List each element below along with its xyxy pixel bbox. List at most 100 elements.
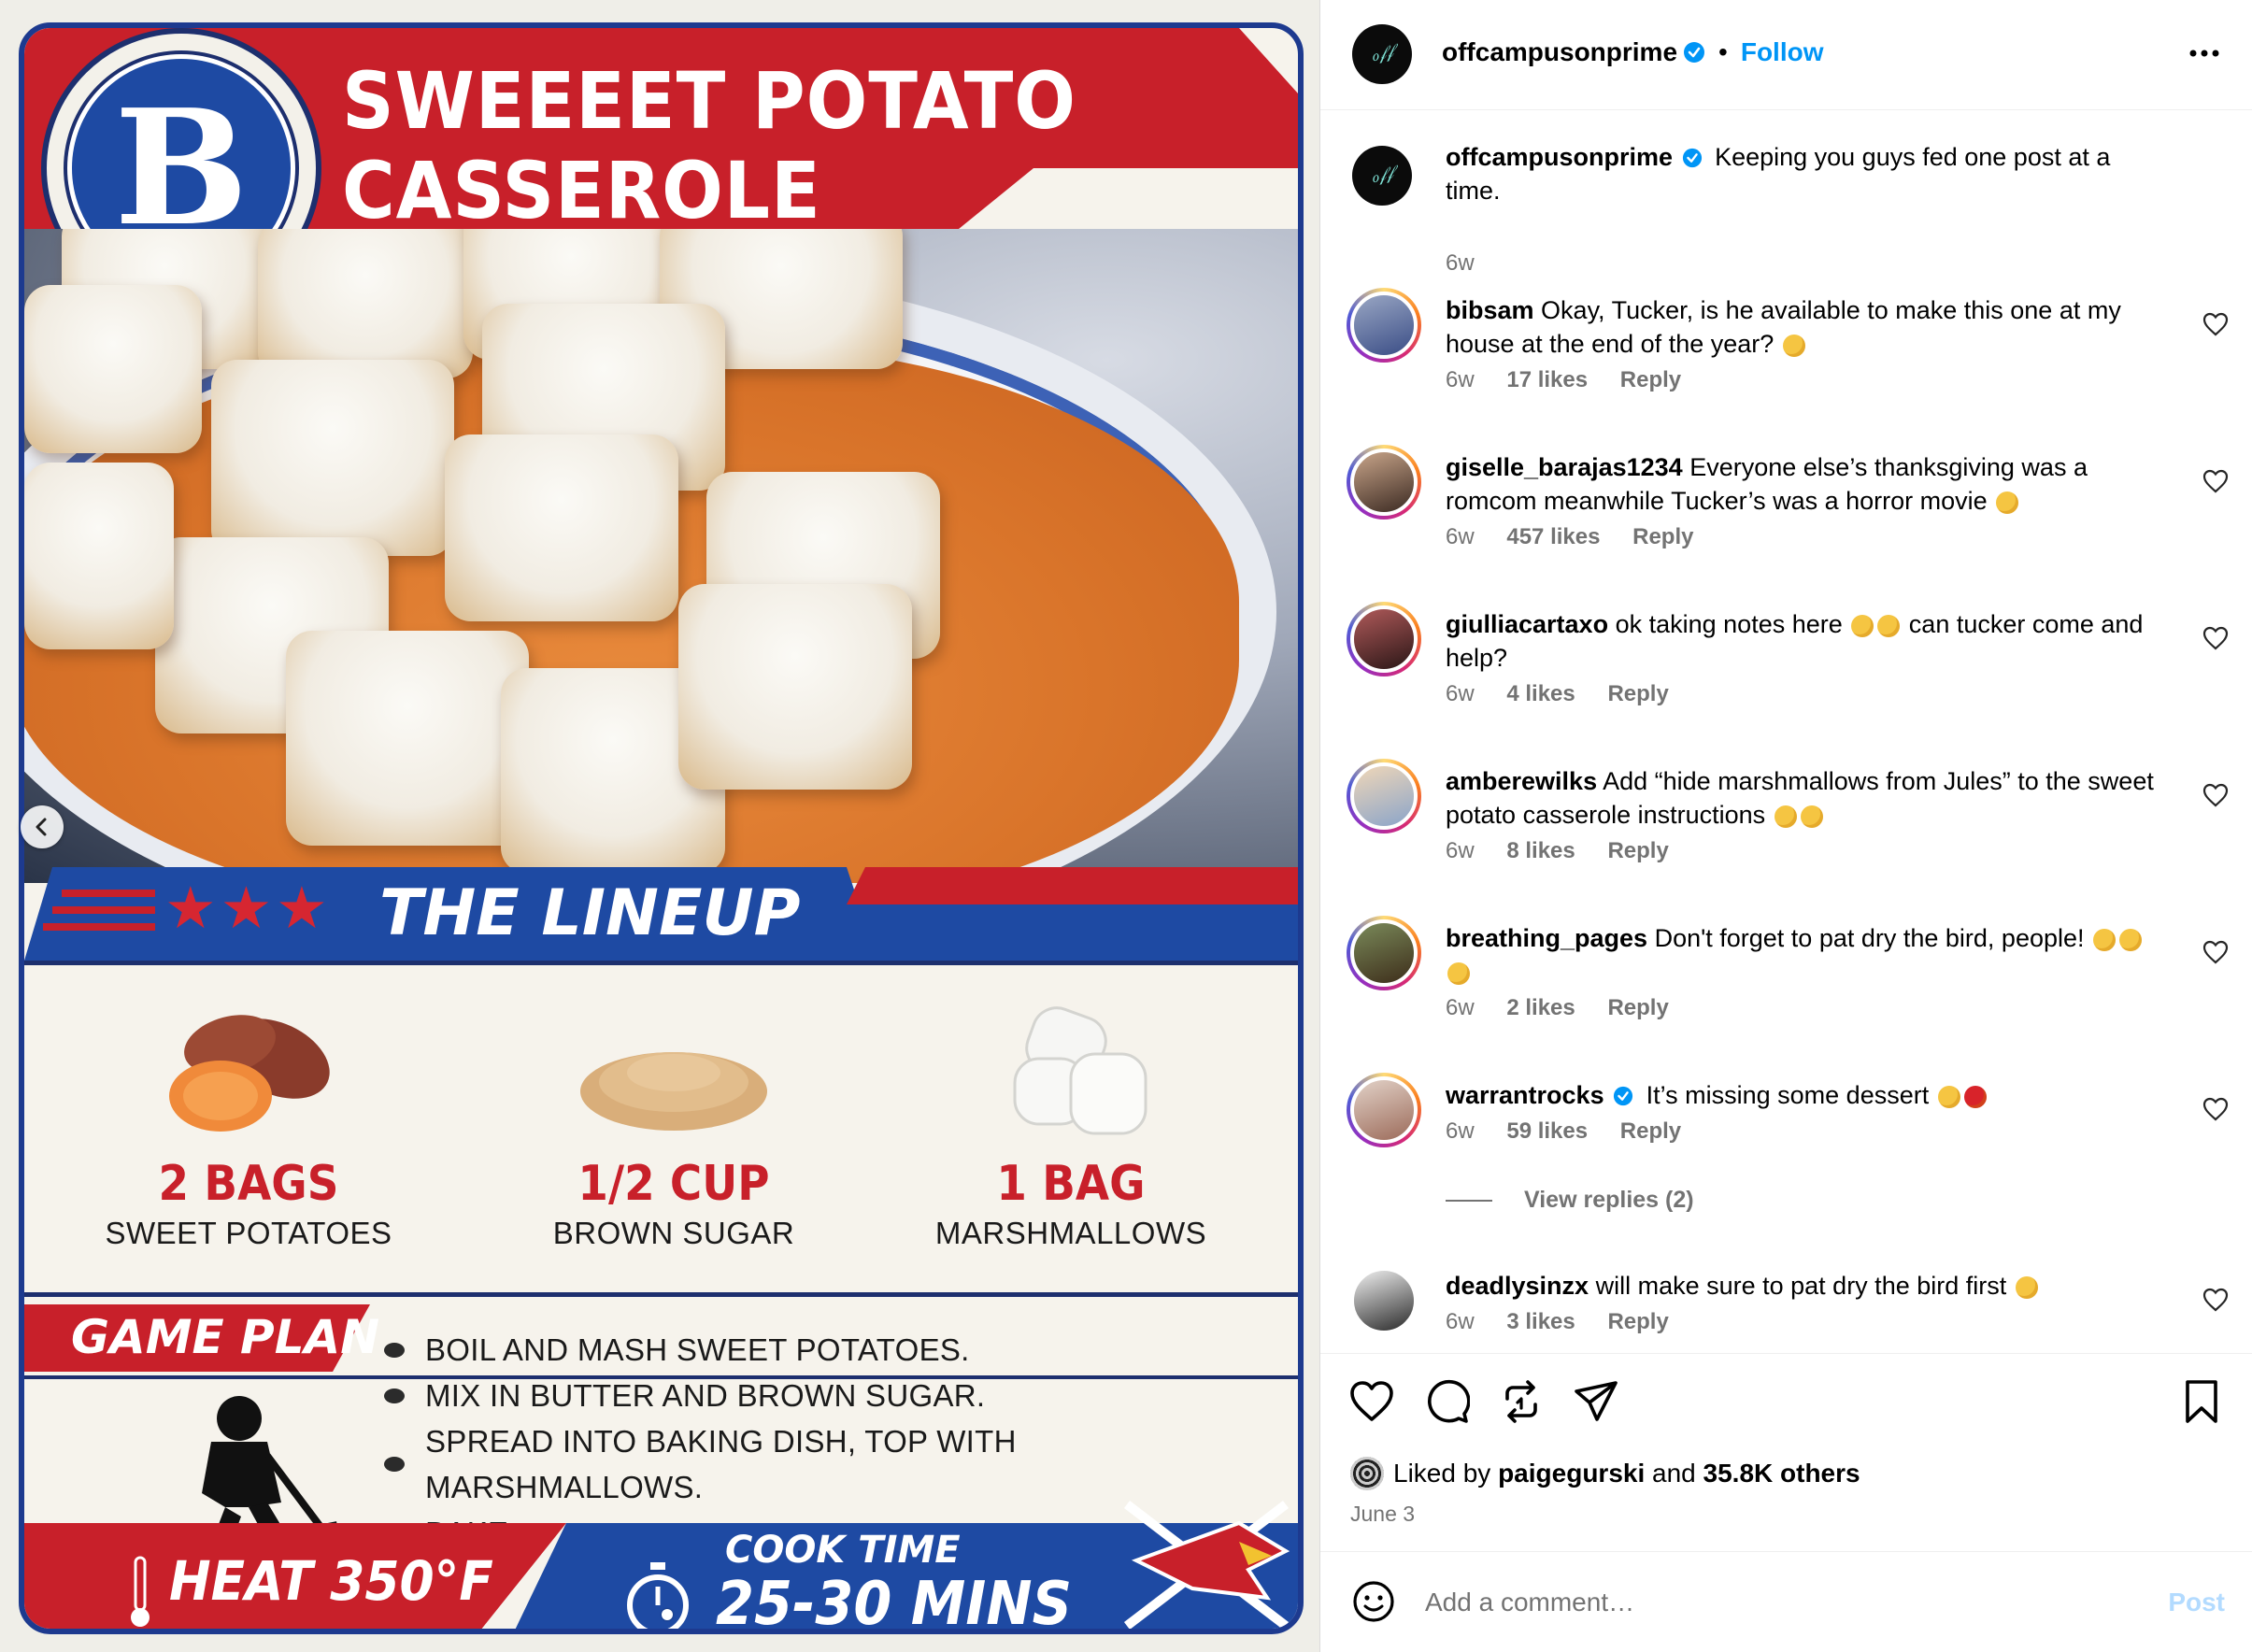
writing-hand-emoji-icon [1851, 614, 1874, 637]
author-username[interactable]: offcampusonprime [1442, 37, 1677, 67]
heart-icon[interactable] [2202, 1097, 2229, 1121]
recipe-title-line1: SWEEEET POTATO [342, 55, 1076, 147]
game-plan-panel: GAME PLAN BOIL AND MASH SWEET POTATOES. … [24, 1297, 1298, 1580]
view-replies-button[interactable]: View replies (2) [1446, 1187, 1694, 1214]
comment-icon[interactable] [1423, 1378, 1470, 1425]
bookmark-icon[interactable] [2178, 1378, 2225, 1425]
laughing-emoji-icon [1996, 491, 2019, 514]
reply-button[interactable]: Reply [1620, 1118, 1681, 1144]
share-icon[interactable] [1573, 1378, 1619, 1425]
commenter-avatar[interactable] [1347, 916, 1421, 990]
author-avatar[interactable]: ℴ𝒻𝒻 [1352, 24, 1412, 84]
brown-sugar-icon [580, 1003, 767, 1143]
comment-text: will make sure to pat dry the bird first [1595, 1272, 2007, 1300]
stars-icon: ★★★ [164, 876, 332, 941]
commenter-avatar[interactable] [1347, 445, 1421, 520]
comment-likes[interactable]: 457 likes [1506, 524, 1600, 549]
team-logo-icon [1123, 1501, 1290, 1629]
reply-button[interactable]: Reply [1632, 524, 1693, 549]
caption-username[interactable]: offcampusonprime [1446, 143, 1673, 171]
heart-icon[interactable] [2202, 312, 2229, 336]
author-avatar[interactable]: ℴ𝒻𝒻 [1352, 146, 1412, 206]
sweet-potato-icon [155, 1003, 342, 1143]
ingredients-panel: 2 BAGS SWEET POTATOES 1/2 CUP BROWN SUGA… [24, 961, 1298, 1297]
commenter-avatar[interactable] [1347, 759, 1421, 833]
ingredient-name: BROWN SUGAR [552, 1216, 795, 1250]
heart-eyes-emoji-icon [1447, 961, 1470, 985]
heart-icon[interactable] [2202, 783, 2229, 807]
heart-icon[interactable] [2202, 469, 2229, 493]
brand-logo-icon: ℴ𝒻𝒻 [1368, 41, 1396, 66]
comment-likes[interactable]: 2 likes [1506, 995, 1575, 1020]
brand-logo-icon: ℴ𝒻𝒻 [1368, 163, 1396, 188]
like-heart-icon[interactable] [1348, 1378, 1395, 1425]
casserole-photo [24, 229, 1298, 883]
comment-username[interactable]: amberewilks [1446, 767, 1597, 795]
heart-icon[interactable] [2202, 940, 2229, 964]
repost-icon[interactable] [1498, 1378, 1545, 1425]
comment-likes[interactable]: 4 likes [1506, 681, 1575, 706]
emoji-picker-icon[interactable] [1352, 1580, 1395, 1623]
recipe-card: SWEEEET POTATO CASSEROLE B ★★★ THE LINEU… [19, 22, 1304, 1634]
ingredient-name: MARSHMALLOWS [934, 1216, 1207, 1250]
ingredient-qty: 2 BAGS [158, 1156, 339, 1212]
comment-username[interactable]: deadlysinzx [1446, 1272, 1589, 1300]
reply-button[interactable]: Reply [1607, 1309, 1668, 1334]
relieved-emoji-icon [1877, 614, 1901, 637]
comment-username[interactable]: giselle_barajas1234 [1446, 453, 1683, 481]
post-comment-button[interactable]: Post [2168, 1588, 2225, 1617]
comment-text: Don't forget to pat dry the bird, people… [1654, 924, 2085, 952]
comments-section[interactable]: ℴ𝒻𝒻 offcampusonprime Keeping you guys fe… [1320, 112, 2252, 1351]
heart-icon[interactable] [2202, 1288, 2229, 1312]
comment-username[interactable]: warrantrocks [1446, 1081, 1604, 1109]
reply-button[interactable]: Reply [1607, 681, 1668, 706]
reply-button[interactable]: Reply [1620, 367, 1681, 392]
heart-eyes-emoji-icon [2119, 928, 2143, 951]
follow-button[interactable]: Follow [1741, 37, 1824, 67]
likes-summary[interactable]: Liked by paigegurski and 35.8K others [1350, 1457, 1860, 1490]
reply-button[interactable]: Reply [1607, 995, 1668, 1020]
step-item: MIX IN BUTTER AND BROWN SUGAR. [384, 1373, 1298, 1418]
thinking-emoji-icon [1782, 334, 1805, 357]
unamused-emoji-icon [1800, 805, 1823, 828]
comment-username[interactable]: bibsam [1446, 296, 1534, 324]
comment-input[interactable] [1425, 1580, 2098, 1625]
chevron-left-icon [36, 818, 47, 836]
comment-likes[interactable]: 17 likes [1506, 367, 1588, 392]
more-options-icon[interactable] [2188, 39, 2221, 67]
ingredient-qty: 1 BAG [996, 1156, 1146, 1212]
ingredient-brown-sugar: 1/2 CUP BROWN SUGAR [496, 1003, 851, 1251]
comment-username[interactable]: breathing_pages [1446, 924, 1647, 952]
thinking-emoji-icon [1937, 1085, 1960, 1108]
post-header: ℴ𝒻𝒻 offcampusonprime • Follow [1320, 0, 2252, 110]
heat-label: HEAT 350°F [169, 1549, 493, 1613]
comment-text: ok taking notes here [1615, 610, 1843, 638]
badge-letter: B [114, 75, 249, 262]
commenter-avatar[interactable] [1347, 1263, 1421, 1338]
recipe-title-line2: CASSEROLE [342, 145, 821, 236]
reply-button[interactable]: Reply [1607, 838, 1668, 863]
comment-likes[interactable]: 3 likes [1506, 1309, 1575, 1334]
step-item: BOIL AND MASH SWEET POTATOES. [384, 1327, 1298, 1373]
comment-likes[interactable]: 59 likes [1506, 1118, 1588, 1144]
liker-username[interactable]: paigegurski [1498, 1459, 1645, 1488]
pointing-hand-emoji-icon [2015, 1275, 2038, 1299]
commenter-avatar[interactable] [1347, 1073, 1421, 1147]
add-comment-bar: Post [1320, 1551, 2252, 1652]
recipe-title: SWEEEET POTATO CASSEROLE [342, 56, 1076, 235]
lineup-heading: THE LINEUP [379, 876, 801, 950]
verified-icon [1684, 42, 1705, 63]
liker-avatar [1350, 1457, 1384, 1490]
cherries-emoji-icon [1963, 1085, 1987, 1108]
carousel-dot[interactable] [662, 1609, 673, 1620]
comment-username[interactable]: giulliacartaxo [1446, 610, 1608, 638]
carousel-prev-button[interactable] [21, 805, 64, 848]
heart-icon[interactable] [2202, 626, 2229, 650]
marshmallow-icon [977, 1003, 1164, 1143]
post-actions: Liked by paigegurski and 35.8K others Ju… [1320, 1353, 2252, 1549]
comment-likes[interactable]: 8 likes [1506, 838, 1575, 863]
caption-age: 6w [1446, 250, 1475, 276]
likes-count[interactable]: 35.8K others [1703, 1459, 1860, 1488]
commenter-avatar[interactable] [1347, 602, 1421, 676]
commenter-avatar[interactable] [1347, 288, 1421, 363]
